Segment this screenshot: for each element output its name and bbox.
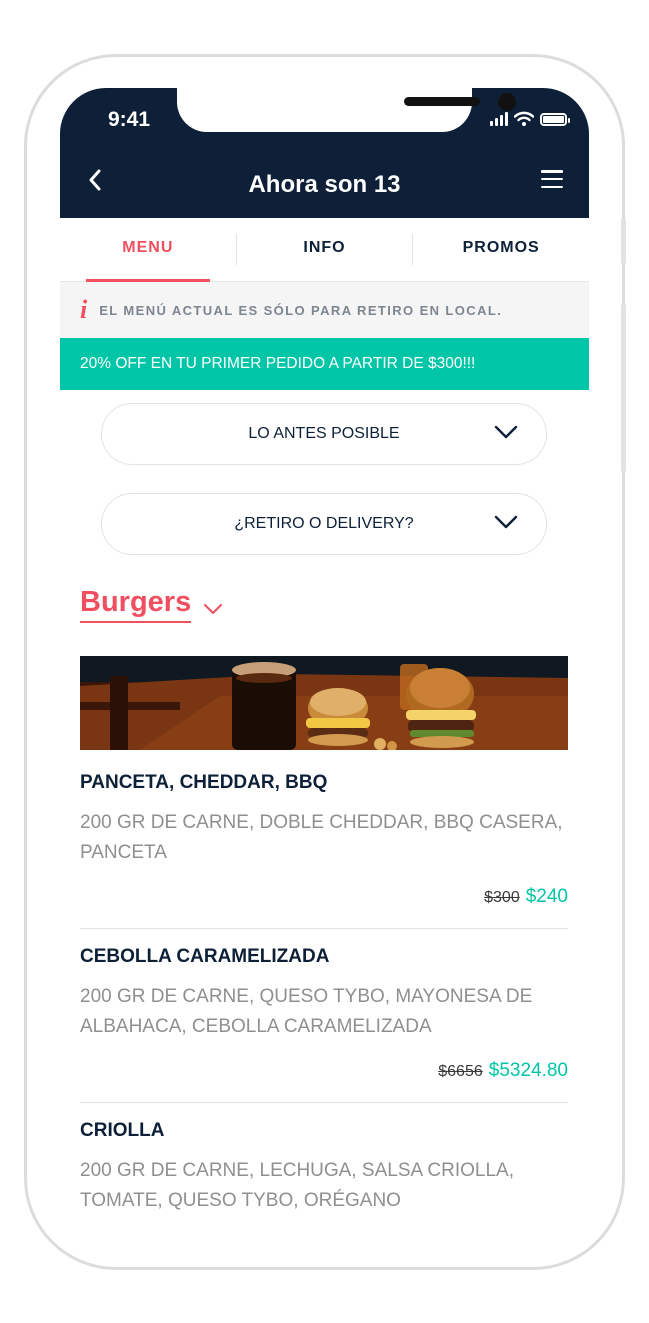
menu-item[interactable]: CEBOLLA CARAMELIZADA 200 GR DE CARNE, QU… (80, 946, 568, 1082)
discounted-price: $240 (525, 886, 568, 907)
delivery-mode-label: ¿RETIRO O DELIVERY? (234, 515, 414, 532)
notch (177, 88, 516, 132)
nav-bar: Ahora son 13 (60, 148, 589, 218)
menu-item[interactable]: PANCETA, CHEDDAR, BBQ 200 GR DE CARNE, D… (80, 772, 568, 908)
notice-text: EL MENÚ ACTUAL ES SÓLO PARA RETIRO EN LO… (99, 302, 503, 318)
page-title: Ahora son 13 (248, 171, 401, 198)
item-divider (80, 1102, 568, 1103)
item-price: $6656 $5324.80 (80, 1060, 568, 1082)
item-price: $300 $240 (80, 886, 568, 908)
tab-promos[interactable]: PROMOS (413, 218, 589, 281)
item-description: 200 GR DE CARNE, QUESO TYBO, MAYONESA DE… (80, 986, 533, 1037)
tab-menu[interactable]: MENU (60, 218, 236, 282)
status-time: 9:41 (108, 108, 151, 131)
info-icon: i (80, 295, 88, 324)
item-divider (80, 928, 568, 929)
speaker (404, 97, 480, 106)
category-title: Burgers (80, 586, 192, 623)
menu-item[interactable]: CRIOLLA 200 GR DE CARNE, LECHUGA, SALSA … (80, 1120, 568, 1216)
side-button (621, 218, 626, 264)
battery-icon (540, 113, 570, 126)
delivery-mode-selector[interactable]: ¿RETIRO O DELIVERY? (101, 493, 547, 555)
category-header[interactable]: Burgers (80, 586, 223, 623)
burgers-banner-image (80, 656, 568, 750)
app-screen: 9:41 Ahora son 13 MENU INFO PROMOS i EL … (60, 88, 589, 1238)
chevron-down-icon (204, 603, 223, 614)
chevron-down-icon (494, 515, 518, 529)
promo-banner: 20% OFF EN TU PRIMER PEDIDO A PARTIR DE … (60, 338, 589, 390)
camera (498, 93, 516, 111)
status-icons (490, 111, 570, 126)
status-bar: 9:41 (60, 88, 589, 148)
item-description: 200 GR DE CARNE, DOBLE CHEDDAR, BBQ CASE… (80, 812, 563, 863)
side-button (621, 304, 626, 394)
hamburger-menu-icon[interactable] (541, 170, 563, 188)
item-name: PANCETA, CHEDDAR, BBQ (80, 772, 328, 793)
chevron-down-icon (494, 425, 518, 439)
time-selector-label: LO ANTES POSIBLE (248, 425, 400, 442)
tab-info[interactable]: INFO (237, 218, 413, 281)
wifi-icon (514, 111, 534, 126)
time-selector[interactable]: LO ANTES POSIBLE (101, 403, 547, 465)
tab-bar: MENU INFO PROMOS (60, 218, 589, 282)
original-price: $300 (484, 889, 520, 906)
pickup-notice: i EL MENÚ ACTUAL ES SÓLO PARA RETIRO EN … (60, 282, 589, 338)
item-name: CRIOLLA (80, 1120, 165, 1141)
signal-icon (490, 112, 508, 126)
discounted-price: $5324.80 (488, 1060, 568, 1081)
side-button (621, 392, 626, 472)
item-description: 200 GR DE CARNE, LECHUGA, SALSA CRIOLLA,… (80, 1160, 514, 1211)
item-name: CEBOLLA CARAMELIZADA (80, 946, 330, 967)
original-price: $6656 (438, 1063, 483, 1080)
